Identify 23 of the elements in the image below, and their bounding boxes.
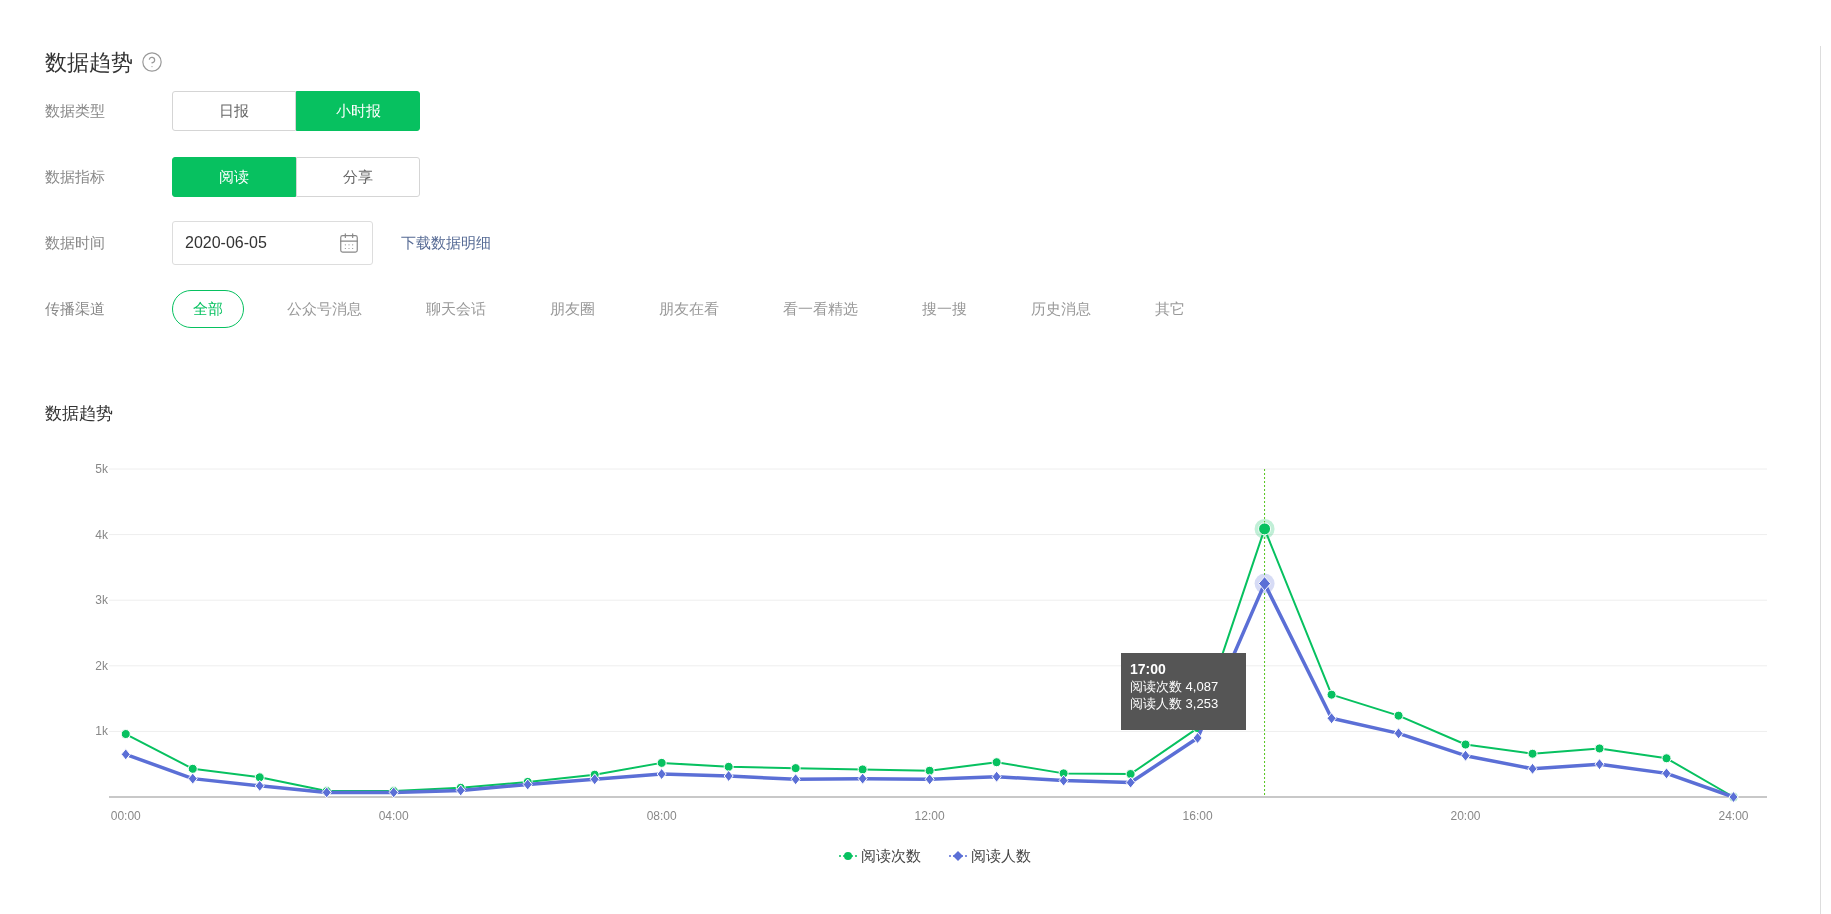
y-tick-label: 5k [95, 462, 108, 476]
tooltip-line: 阅读人数 3,253 [1130, 695, 1220, 712]
y-tick-label: 3k [95, 593, 108, 608]
x-tick-label: 24:00 [1718, 809, 1749, 823]
legend-label: 阅读人数 [971, 845, 1031, 866]
tooltip-line: 阅读次数 4,087 [1130, 678, 1220, 695]
x-tick-label: 08:00 [646, 809, 677, 823]
filter-label: 传播渠道 [45, 298, 106, 319]
x-tick-label: 04:00 [378, 809, 409, 823]
y-tick-label: 2k [95, 658, 108, 673]
filter-label: 数据类型 [45, 100, 106, 121]
filter-label: 数据时间 [45, 232, 106, 253]
legend-label: 阅读次数 [861, 845, 921, 866]
x-tick-label: 00:00 [110, 809, 141, 823]
x-tick-label: 12:00 [914, 809, 945, 823]
y-tick-label: 4k [95, 527, 108, 542]
filter-label: 数据指标 [45, 166, 106, 187]
x-tick-label: 20:00 [1450, 809, 1481, 823]
page-title: 数据趋势 [45, 48, 133, 77]
chart-title: 数据趋势 [45, 403, 113, 426]
tooltip-title: 17:00 [1130, 661, 1167, 678]
x-tick-label: 16:00 [1182, 809, 1213, 823]
y-tick-label: 1k [95, 724, 108, 739]
